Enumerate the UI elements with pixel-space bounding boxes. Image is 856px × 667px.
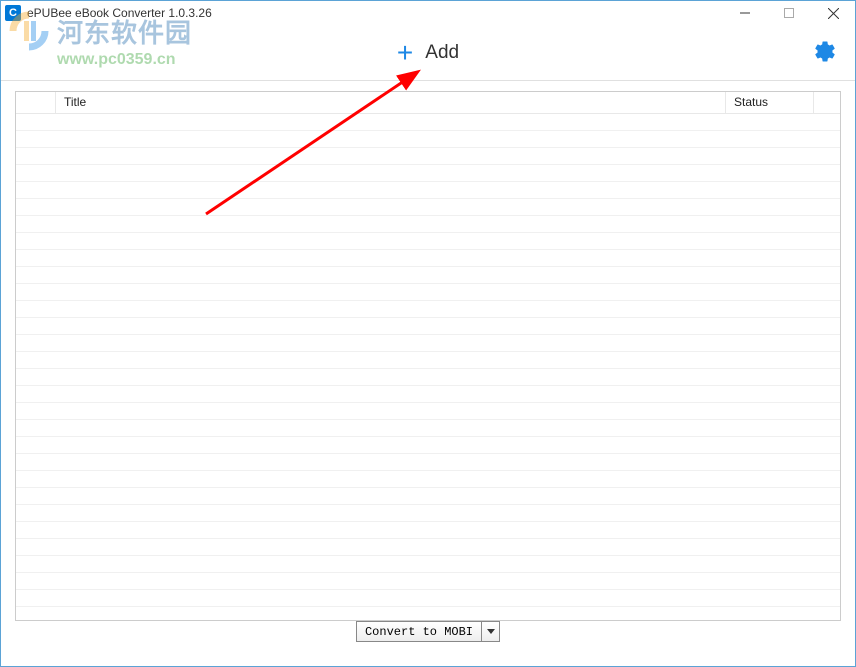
table-row — [16, 182, 840, 199]
table-row — [16, 369, 840, 386]
table-row — [16, 250, 840, 267]
table-row — [16, 488, 840, 505]
table-row — [16, 352, 840, 369]
app-window: C ePUBee eBook Converter 1.0.3.26 + Add — [0, 0, 856, 667]
column-status[interactable]: Status — [726, 92, 814, 113]
add-label: Add — [425, 42, 459, 64]
table-row — [16, 148, 840, 165]
close-button[interactable] — [811, 1, 855, 25]
table-row — [16, 301, 840, 318]
column-checkbox[interactable] — [16, 92, 56, 113]
table-row — [16, 454, 840, 471]
table-row — [16, 131, 840, 148]
table-row — [16, 318, 840, 335]
add-button[interactable]: + Add — [383, 33, 473, 73]
table-row — [16, 233, 840, 250]
settings-button[interactable] — [813, 39, 837, 66]
window-controls — [723, 1, 855, 25]
titlebar[interactable]: C ePUBee eBook Converter 1.0.3.26 — [1, 1, 855, 25]
table-row — [16, 607, 840, 621]
table-row — [16, 471, 840, 488]
file-table[interactable]: Title Status — [15, 91, 841, 621]
table-row — [16, 114, 840, 131]
table-row — [16, 556, 840, 573]
column-spacer — [814, 92, 840, 113]
table-row — [16, 539, 840, 556]
column-title[interactable]: Title — [56, 92, 726, 113]
table-row — [16, 590, 840, 607]
maximize-button[interactable] — [767, 1, 811, 25]
toolbar: + Add — [1, 25, 855, 81]
table-row — [16, 165, 840, 182]
table-body[interactable] — [16, 114, 840, 621]
convert-button[interactable]: Convert to MOBI — [356, 621, 500, 642]
table-row — [16, 505, 840, 522]
table-row — [16, 216, 840, 233]
table-row — [16, 267, 840, 284]
table-row — [16, 403, 840, 420]
table-header: Title Status — [16, 92, 840, 114]
convert-dropdown[interactable] — [482, 621, 500, 642]
table-row — [16, 199, 840, 216]
table-row — [16, 284, 840, 301]
table-row — [16, 437, 840, 454]
app-icon: C — [5, 5, 21, 21]
gear-icon — [813, 39, 837, 63]
chevron-down-icon — [487, 629, 495, 634]
table-row — [16, 573, 840, 590]
window-title: ePUBee eBook Converter 1.0.3.26 — [27, 6, 723, 20]
convert-label[interactable]: Convert to MOBI — [356, 621, 482, 642]
minimize-button[interactable] — [723, 1, 767, 25]
table-row — [16, 335, 840, 352]
plus-icon: + — [397, 39, 413, 67]
table-row — [16, 386, 840, 403]
table-row — [16, 522, 840, 539]
content-area: Title Status — [1, 81, 855, 613]
table-row — [16, 420, 840, 437]
